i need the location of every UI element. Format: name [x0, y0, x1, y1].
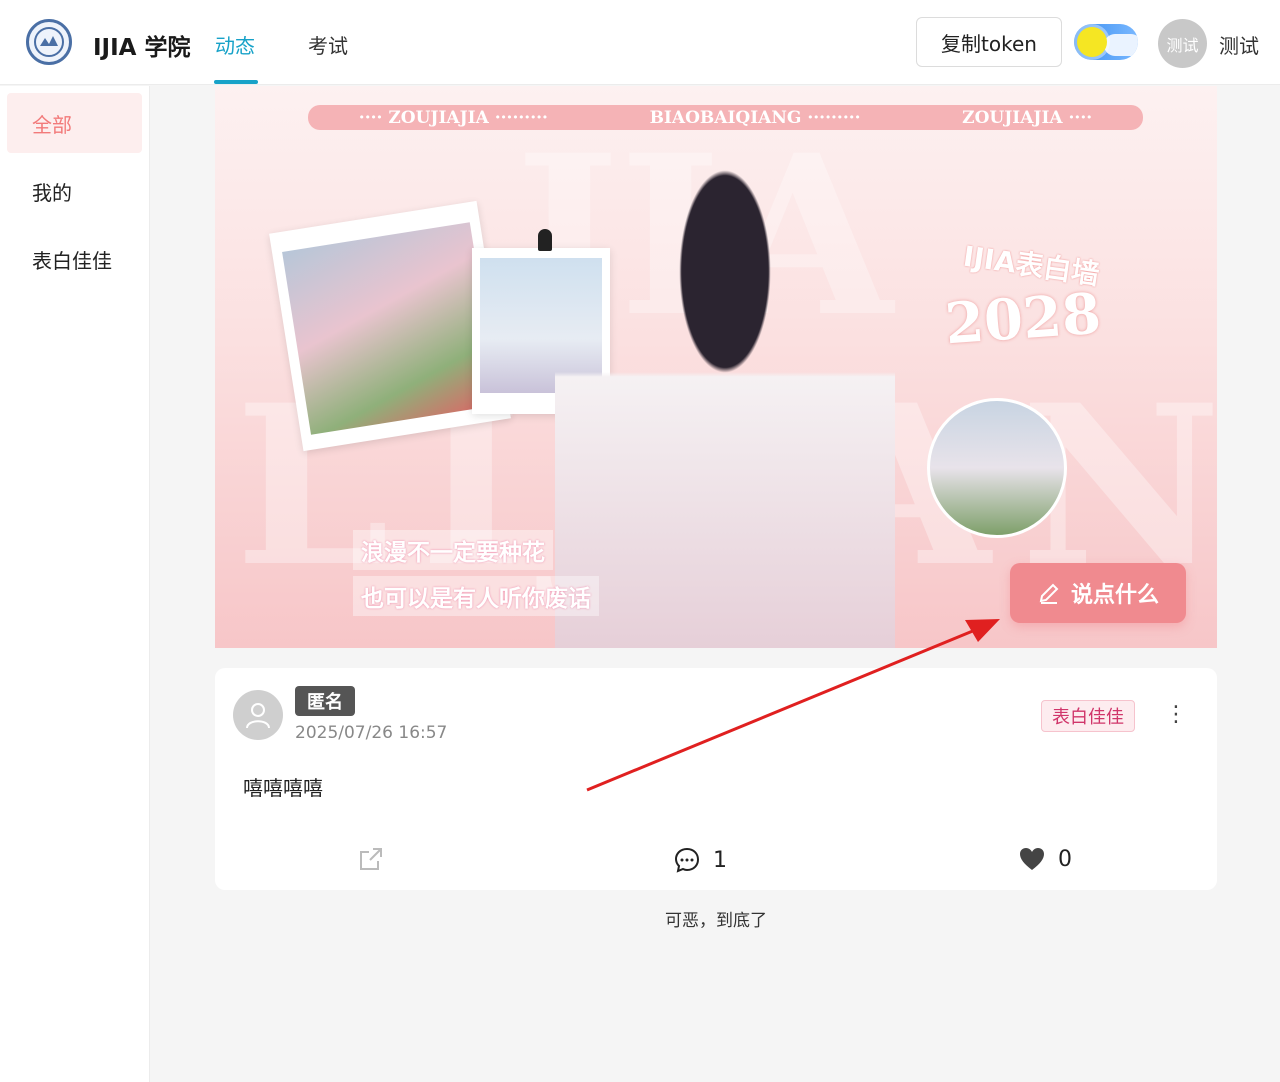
banner-strip: ···· ZOUJIAJIA ········· BIAOBAIQIANG ··… — [308, 105, 1143, 130]
sidebar: 全部 我的 表白佳佳 — [0, 86, 150, 1082]
like-button[interactable]: 0 — [1018, 846, 1072, 872]
more-options-icon[interactable]: ⋮ — [1165, 702, 1187, 727]
banner-quote-line2: 也可以是有人听你废话 — [353, 576, 599, 616]
user-name[interactable]: 测试 — [1219, 30, 1259, 59]
photo-image — [282, 222, 499, 435]
sidebar-item-confess-jiajia[interactable]: 表白佳佳 — [7, 229, 142, 289]
post-card: 匿名 2025/07/26 16:57 表白佳佳 ⋮ 嘻嘻嘻嘻 1 0 — [215, 668, 1217, 890]
share-icon — [360, 848, 382, 870]
comment-icon — [674, 847, 700, 873]
brand-title[interactable]: IJIA 学院 — [93, 28, 190, 62]
top-header: IJIA 学院 动态 考试 复制token 测试 测试 — [0, 0, 1280, 85]
tab-feed[interactable]: 动态 — [215, 30, 255, 59]
user-icon — [246, 703, 270, 729]
copy-token-button[interactable]: 复制token — [916, 17, 1062, 67]
wall-year: 2028 — [942, 280, 1103, 358]
post-tag[interactable]: 表白佳佳 — [1041, 700, 1135, 732]
logo-emblem-icon — [34, 27, 64, 57]
cloud-icon — [1104, 34, 1138, 56]
anonymous-badge: 匿名 — [295, 686, 355, 716]
say-something-button[interactable]: 说点什么 — [1010, 563, 1186, 623]
pencil-icon — [1039, 583, 1059, 604]
theme-toggle[interactable] — [1074, 24, 1138, 60]
user-avatar[interactable]: 测试 — [1158, 19, 1207, 68]
pushpin-icon — [538, 229, 552, 251]
banner-quote-line1: 浪漫不一定要种花 — [353, 530, 553, 570]
like-count: 0 — [1058, 846, 1072, 872]
circle-portrait-image — [927, 398, 1067, 538]
tab-exam[interactable]: 考试 — [308, 30, 348, 59]
strip-text-1: ···· ZOUJIAJIA ········· — [358, 107, 548, 128]
share-button[interactable] — [358, 846, 384, 872]
heart-icon — [1020, 848, 1044, 870]
sidebar-item-all[interactable]: 全部 — [7, 93, 142, 153]
main-portrait-image — [555, 146, 895, 648]
post-time: 2025/07/26 16:57 — [295, 723, 448, 743]
post-content: 嘻嘻嘻嘻 — [243, 776, 323, 800]
school-logo[interactable] — [26, 19, 72, 65]
end-of-feed-text: 可恶，到底了 — [665, 911, 767, 931]
comment-button[interactable]: 1 — [673, 846, 727, 874]
comment-count: 1 — [713, 847, 727, 873]
sun-icon — [1077, 27, 1107, 57]
sidebar-item-mine[interactable]: 我的 — [7, 161, 142, 221]
strip-text-2: BIAOBAIQIANG ········· — [649, 107, 861, 128]
strip-text-3: ZOUJIAJIA ···· — [962, 107, 1093, 128]
say-something-label: 说点什么 — [1070, 583, 1159, 608]
active-tab-indicator — [214, 80, 258, 84]
confession-wall-banner: JIA LIJIAN ···· ZOUJIAJIA ········· BIAO… — [215, 86, 1217, 648]
post-avatar[interactable] — [233, 690, 283, 740]
